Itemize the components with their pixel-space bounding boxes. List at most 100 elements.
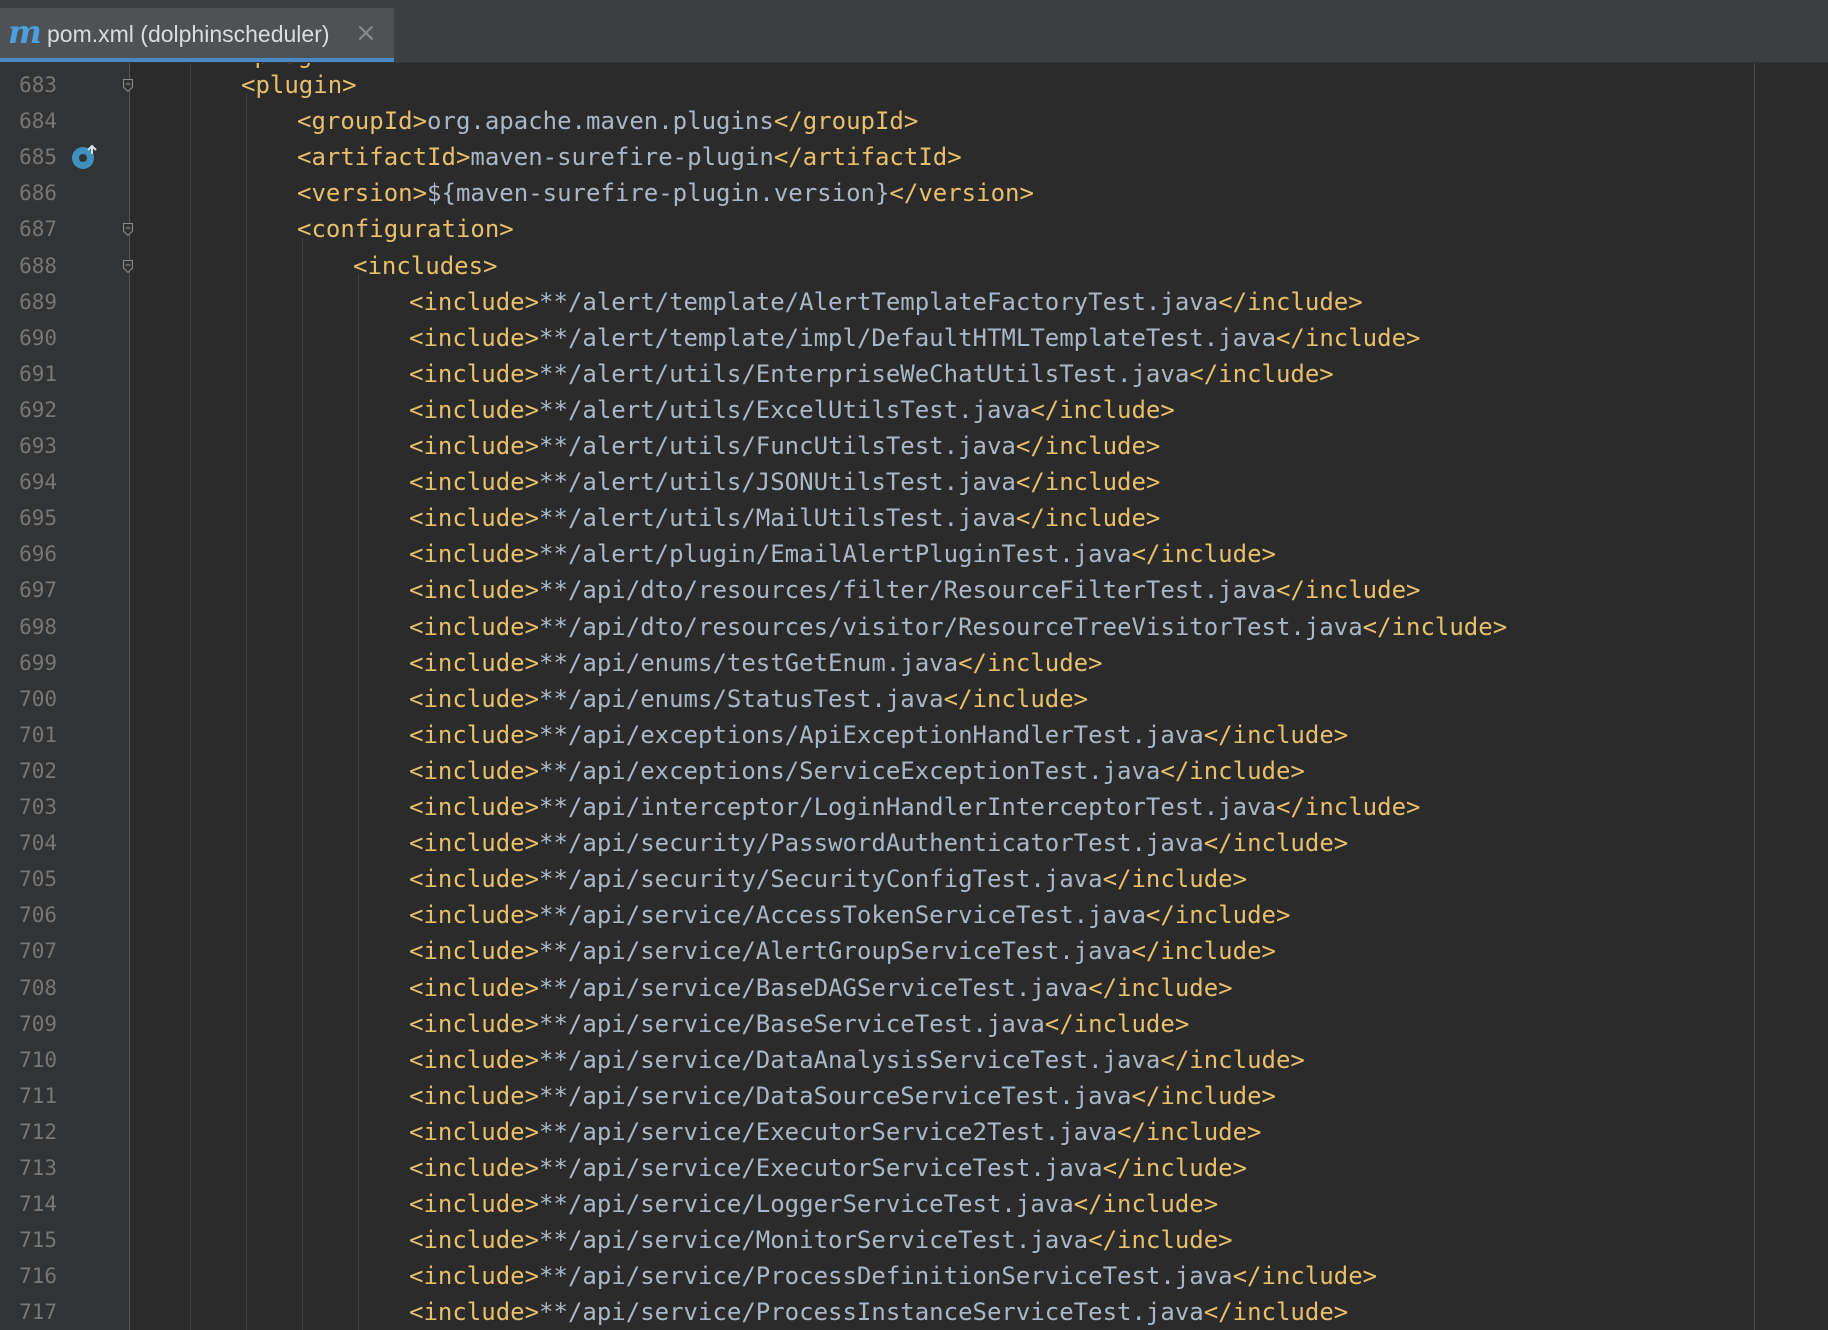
line-number: 714 <box>19 1192 57 1217</box>
xml-open-tag: <include> <box>409 1045 540 1074</box>
code-line[interactable]: 685 <artifactId>maven-surefire-plugin</ar… <box>0 139 1828 175</box>
line-number: 710 <box>19 1047 57 1072</box>
xml-text: **/api/service/LoggerServiceTest.java <box>539 1190 1074 1219</box>
line-number: 691 <box>19 361 57 386</box>
xml-text: **/alert/utils/MailUtilsTest.java <box>539 504 1016 533</box>
code-line[interactable]: 693 <include>**/alert/utils/FuncUtilsTest… <box>0 428 1828 464</box>
code-line[interactable]: 711 <include>**/api/service/DataSourceSer… <box>0 1078 1828 1114</box>
code-text: <include>**/alert/template/AlertTemplate… <box>409 284 1363 320</box>
xml-open-tag: <include> <box>409 468 540 497</box>
code-text: <include>**/api/service/BaseDAGServiceTe… <box>409 970 1233 1006</box>
code-line[interactable]: 696 <include>**/alert/plugin/EmailAlertPl… <box>0 536 1828 572</box>
xml-close-tag: </include> <box>1203 1298 1349 1327</box>
line-number: 716 <box>19 1264 57 1289</box>
code-line[interactable]: 701 <include>**/api/exceptions/ApiExcepti… <box>0 717 1828 753</box>
code-line[interactable]: 706 <include>**/api/service/AccessTokenSe… <box>0 897 1828 933</box>
code-line[interactable]: 712 <include>**/api/service/ExecutorServi… <box>0 1114 1828 1150</box>
code-editor[interactable]: <plugin> 683 <plugin>684<groupId>org.apac… <box>0 63 1828 1330</box>
xml-text: **/api/service/ProcessInstanceServiceTes… <box>539 1298 1204 1327</box>
code-text: <include>**/api/service/DataAnalysisServ… <box>409 1042 1305 1078</box>
xml-open-tag: <include> <box>409 1009 540 1038</box>
code-line[interactable]: 694 <include>**/alert/utils/JSONUtilsTest… <box>0 464 1828 500</box>
xml-close-tag: </include> <box>1145 901 1291 930</box>
xml-close-tag: </include> <box>1073 1190 1219 1219</box>
xml-text: **/alert/utils/EnterpriseWeChatUtilsTest… <box>539 359 1190 388</box>
xml-open-tag: <include> <box>409 323 540 352</box>
code-line[interactable]: 708 <include>**/api/service/BaseDAGServic… <box>0 970 1828 1006</box>
code-text: <include>**/api/service/LoggerServiceTes… <box>409 1186 1218 1222</box>
code-line[interactable]: 705 <include>**/api/security/SecurityConf… <box>0 861 1828 897</box>
xml-open-tag: <configuration> <box>297 215 514 244</box>
xml-text: **/api/interceptor/LoginHandlerIntercept… <box>539 793 1276 821</box>
xml-close-tag: </include> <box>1131 937 1276 966</box>
code-line[interactable]: 691 <include>**/alert/utils/EnterpriseWeC… <box>0 356 1828 392</box>
code-text: <include>**/alert/template/impl/DefaultH… <box>409 320 1420 356</box>
code-text: <include>**/api/exceptions/ApiExceptionH… <box>409 717 1348 753</box>
xml-close-tag: </include> <box>1275 323 1421 352</box>
code-line[interactable]: 707 <include>**/api/service/AlertGroupSer… <box>0 933 1828 969</box>
xml-text: ${maven-surefire-plugin.version} <box>427 179 890 208</box>
code-text: <plugin> <box>241 67 357 103</box>
tab-pom-xml[interactable]: m pom.xml (dolphinscheduler) × <box>0 8 394 62</box>
line-number: 689 <box>19 289 57 314</box>
xml-open-tag: <include> <box>409 359 540 388</box>
xml-close-tag: </include> <box>1232 1262 1378 1291</box>
line-number: 695 <box>19 506 57 531</box>
line-number: 717 <box>19 1300 57 1325</box>
override-icon[interactable] <box>71 143 99 171</box>
tab-label: pom.xml (dolphinscheduler) <box>47 21 330 47</box>
code-line[interactable]: 683 <plugin> <box>0 67 1828 103</box>
code-line[interactable]: 688 <includes> <box>0 248 1828 284</box>
xml-close-tag: </include> <box>1362 612 1508 641</box>
line-number: 701 <box>19 722 57 747</box>
code-line[interactable]: 686 <version>${maven-surefire-plugin.vers… <box>0 175 1828 211</box>
xml-open-tag: <include> <box>409 432 540 460</box>
code-text: <include>**/alert/utils/MailUtilsTest.ja… <box>409 500 1160 536</box>
code-line[interactable]: 716 <include>**/api/service/ProcessDefini… <box>0 1258 1828 1294</box>
xml-open-tag: <include> <box>409 901 540 930</box>
code-line[interactable]: 692 <include>**/alert/utils/ExcelUtilsTes… <box>0 392 1828 428</box>
xml-text: **/api/exceptions/ServiceExceptionTest.j… <box>539 756 1161 785</box>
xml-close-tag: </include> <box>1275 576 1421 605</box>
xml-close-tag: </include> <box>1160 1045 1305 1074</box>
xml-open-tag: <include> <box>409 576 540 605</box>
line-number: 699 <box>19 650 57 675</box>
xml-close-tag: </include> <box>1203 829 1349 858</box>
code-text: <include>**/api/dto/resources/filter/Res… <box>409 572 1420 608</box>
xml-text: **/alert/utils/JSONUtilsTest.java <box>539 468 1016 497</box>
code-line[interactable]: 713 <include>**/api/service/ExecutorServi… <box>0 1150 1828 1186</box>
fold-icon[interactable] <box>123 259 133 273</box>
xml-close-tag: </include> <box>1117 1117 1262 1146</box>
xml-close-tag: </include> <box>958 648 1103 677</box>
fold-icon[interactable] <box>123 223 133 237</box>
line-number: 702 <box>19 758 57 783</box>
code-line[interactable]: 715 <include>**/api/service/MonitorServic… <box>0 1222 1828 1258</box>
xml-text: **/alert/utils/FuncUtilsTest.java <box>539 432 1016 460</box>
code-text: <include>**/api/exceptions/ServiceExcept… <box>409 753 1305 789</box>
code-line[interactable]: 698 <include>**/api/dto/resources/visitor… <box>0 609 1828 645</box>
line-number: 683 <box>19 73 57 97</box>
code-line[interactable]: 695 <include>**/alert/utils/MailUtilsTest… <box>0 500 1828 536</box>
code-line[interactable]: 684 <groupId>org.apache.maven.plugins</gr… <box>0 103 1828 139</box>
code-line[interactable]: 687 <configuration> <box>0 211 1828 247</box>
line-number: 685 <box>19 145 57 170</box>
code-line[interactable]: 699 <include>**/api/enums/testGetEnum.jav… <box>0 645 1828 681</box>
code-line[interactable]: 717 <include>**/api/service/ProcessInstan… <box>0 1294 1828 1330</box>
code-line[interactable]: 710 <include>**/api/service/DataAnalysisS… <box>0 1042 1828 1078</box>
code-line[interactable]: 714 <include>**/api/service/LoggerService… <box>0 1186 1828 1222</box>
code-line[interactable]: 703 <include>**/api/interceptor/LoginHand… <box>0 789 1828 825</box>
code-line[interactable]: 700 <include>**/api/enums/StatusTest.java… <box>0 681 1828 717</box>
code-line[interactable]: 697 <include>**/api/dto/resources/filter/… <box>0 572 1828 608</box>
close-icon[interactable]: × <box>355 18 377 48</box>
code-line[interactable]: 689 <include>**/alert/template/AlertTempl… <box>0 284 1828 320</box>
code-line[interactable]: 704 <include>**/api/security/PasswordAuth… <box>0 825 1828 861</box>
fold-icon[interactable] <box>123 79 133 92</box>
code-line[interactable]: 702 <include>**/api/exceptions/ServiceExc… <box>0 753 1828 789</box>
code-line[interactable]: 709 <include>**/api/service/BaseServiceTe… <box>0 1006 1828 1042</box>
code-line[interactable]: 690 <include>**/alert/template/impl/Defau… <box>0 320 1828 356</box>
xml-open-tag: <include> <box>409 612 540 641</box>
line-number: 709 <box>19 1011 57 1036</box>
xml-open-tag: <include> <box>409 1154 540 1182</box>
line-number: 687 <box>19 217 57 242</box>
xml-close-tag: </include> <box>1203 720 1349 749</box>
